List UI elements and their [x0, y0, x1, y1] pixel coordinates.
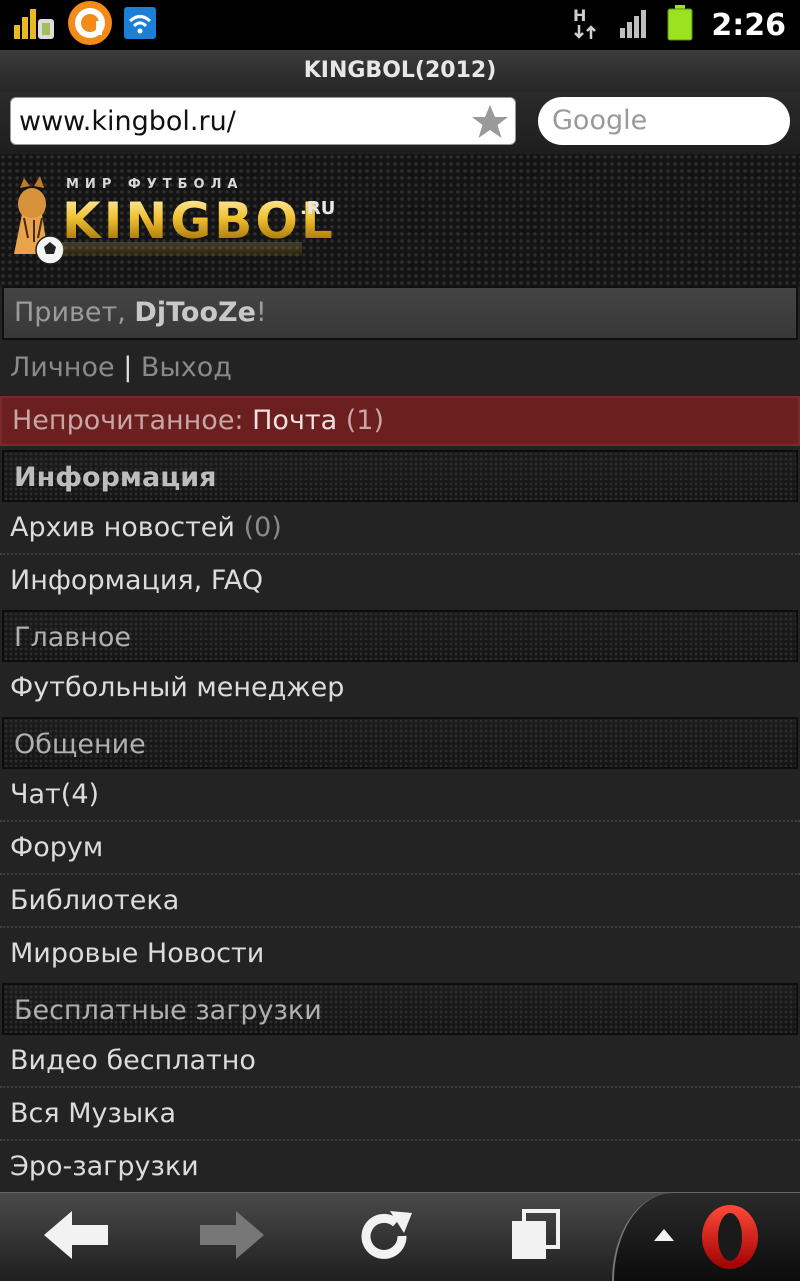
- app-a-icon: [66, 0, 114, 51]
- username: DjTooZe: [134, 297, 256, 328]
- mail-link[interactable]: Почта: [252, 405, 337, 436]
- wifi-icon: [124, 7, 156, 43]
- section-header-info: Информация: [2, 450, 798, 502]
- menu-item-world-news[interactable]: Мировые Новости: [0, 928, 800, 979]
- section-header-social: Общение: [2, 717, 798, 769]
- web-page: МИР ФУТБОЛА KINGBOL .RU Привет, DjTooZe!…: [0, 154, 800, 1192]
- tabs-icon[interactable]: [508, 1207, 564, 1267]
- menu-item-chat[interactable]: Чат(4): [0, 769, 800, 822]
- user-links: Личное | Выход: [0, 340, 800, 396]
- browser-title: KINGBOL(2012): [0, 50, 800, 92]
- svg-text:H: H: [573, 6, 586, 25]
- menu-item-library[interactable]: Библиотека: [0, 875, 800, 928]
- back-arrow-icon[interactable]: [42, 1207, 112, 1267]
- menu-item-ero[interactable]: Эро-загрузки: [0, 1141, 800, 1192]
- unread-bar: Непрочитанное: Почта (1): [0, 396, 800, 446]
- logo-suffix: .RU: [300, 198, 335, 219]
- greeting-bar: Привет, DjTooZe!: [2, 286, 798, 340]
- unread-label: Непрочитанное:: [12, 405, 253, 436]
- menu-item-forum[interactable]: Форум: [0, 822, 800, 875]
- opera-menu-button[interactable]: [612, 1193, 800, 1281]
- menu-item-faq[interactable]: Информация, FAQ: [0, 555, 800, 606]
- opera-logo-icon: [698, 1203, 762, 1275]
- forward-arrow-icon[interactable]: [196, 1207, 266, 1267]
- site-header: МИР ФУТБОЛА KINGBOL .RU: [0, 154, 800, 286]
- menu-item-video[interactable]: Видео бесплатно: [0, 1035, 800, 1088]
- battery-icon: [667, 5, 693, 45]
- personal-link[interactable]: Личное: [10, 352, 115, 383]
- news-archive-count: (0): [243, 512, 282, 543]
- reload-icon[interactable]: [350, 1205, 420, 1271]
- clock: 2:26: [711, 7, 786, 43]
- search-input[interactable]: Google: [538, 97, 790, 145]
- menu-item-football-manager[interactable]: Футбольный менеджер: [0, 662, 800, 713]
- menu-up-arrow-icon: [652, 1227, 676, 1247]
- status-bar: H 2:26: [0, 0, 800, 50]
- url-text: www.kingbol.ru/: [19, 106, 236, 137]
- menu-item-music[interactable]: Вся Музыка: [0, 1088, 800, 1141]
- bookmark-star-icon[interactable]: [471, 104, 509, 144]
- logo-tagline: МИР ФУТБОЛА: [66, 177, 243, 192]
- kingbol-logo[interactable]: МИР ФУТБОЛА KINGBOL .RU: [10, 168, 350, 272]
- signal-icon: [619, 8, 649, 42]
- section-header-downloads: Бесплатные загрузки: [2, 983, 798, 1035]
- search-placeholder: Google: [552, 105, 648, 136]
- h-data-icon: H: [571, 5, 601, 45]
- link-separator: |: [123, 352, 133, 383]
- logout-link[interactable]: Выход: [141, 352, 232, 383]
- address-row: www.kingbol.ru/ Google: [0, 92, 800, 154]
- notification-bars-icon: [12, 5, 56, 45]
- logo-name: KINGBOL: [62, 192, 336, 250]
- browser-toolbar: [0, 1192, 800, 1281]
- tiger-mascot-icon: [14, 176, 65, 265]
- section-header-main: Главное: [2, 610, 798, 662]
- menu-item-news-archive[interactable]: Архив новостей (0): [0, 502, 800, 555]
- url-input[interactable]: www.kingbol.ru/: [10, 97, 516, 145]
- mail-count: (1): [337, 405, 385, 436]
